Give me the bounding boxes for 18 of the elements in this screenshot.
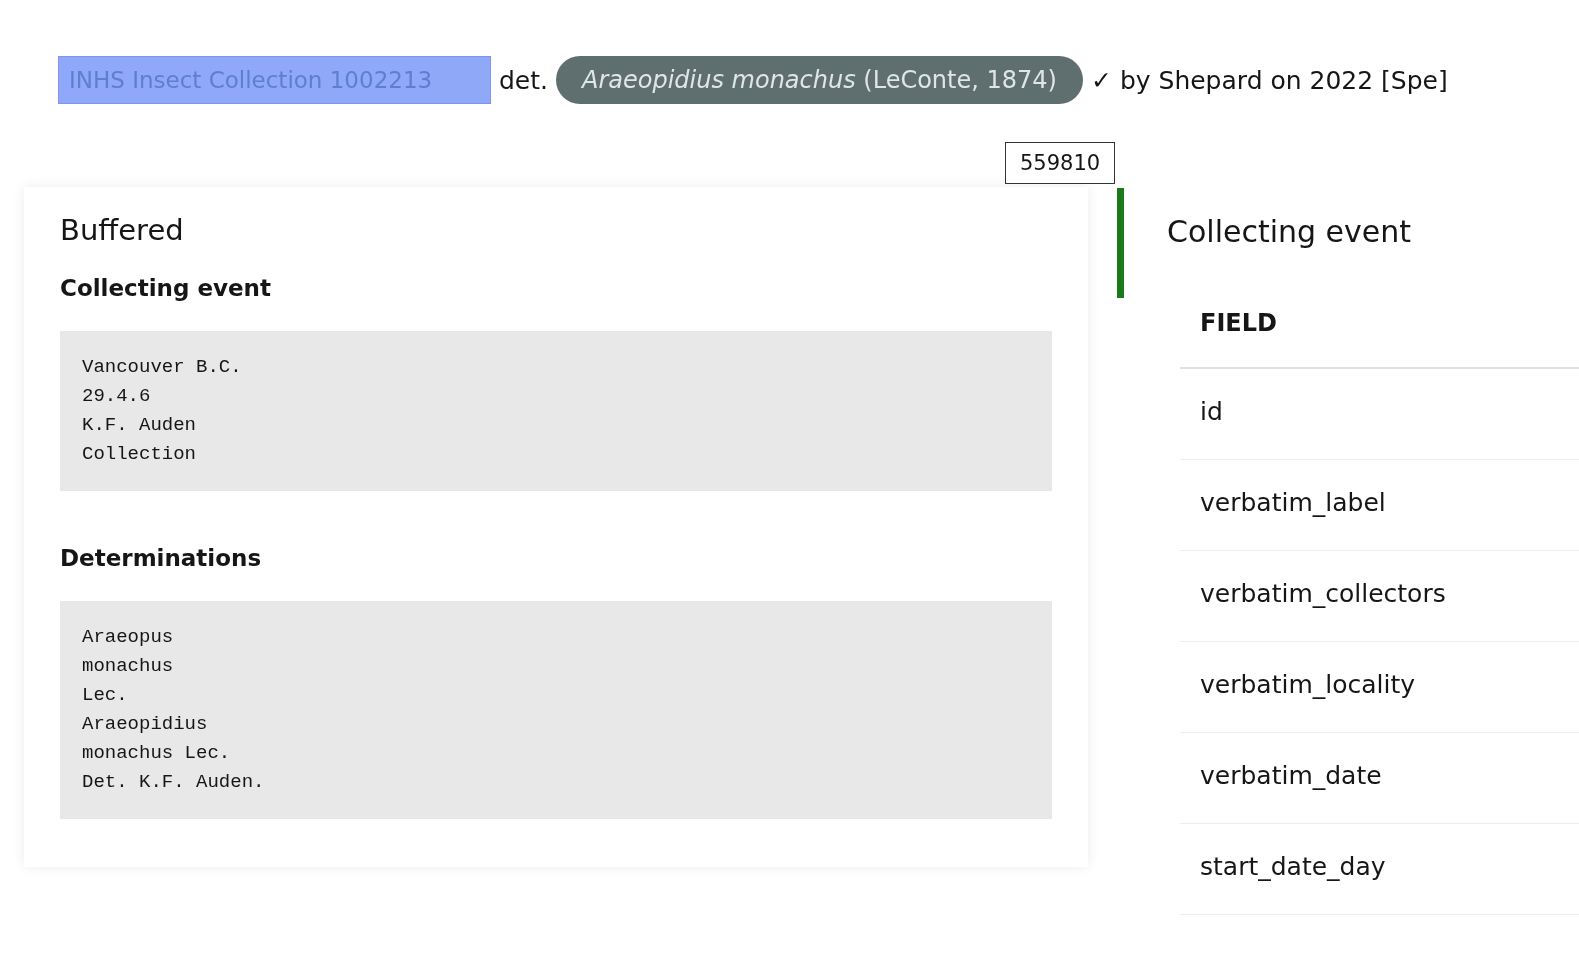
det-text: det. xyxy=(499,65,548,95)
table-cell: verbatim_date xyxy=(1180,733,1579,824)
panel-title: Collecting event xyxy=(1167,214,1413,249)
table-cell: verbatim_locality xyxy=(1180,642,1579,733)
column-header: FIELD xyxy=(1180,309,1579,369)
table-cell: verbatim_collectors xyxy=(1180,551,1579,642)
check-mark: ✓ xyxy=(1090,65,1112,95)
verbatim-text: Araeopus monachus Lec. Araeopidius monachus Lec. Det. K.F. Auden. xyxy=(60,601,1052,819)
section-heading: Determinations xyxy=(60,545,263,571)
verbatim-text: Vancouver B.C. 29.4.6 K.F. Auden Collection xyxy=(60,331,1052,491)
taxon-pill[interactable]: Araeopidius monachus (LeConte, 1874) xyxy=(556,56,1083,104)
table-cell: id xyxy=(1180,369,1579,460)
table-cell: verbatim_label xyxy=(1180,460,1579,551)
section-heading: Collecting event xyxy=(60,275,272,301)
determiner-text: by Shepard on 2022 [Spe] xyxy=(1119,65,1448,95)
card-title: Buffered xyxy=(60,213,185,247)
table-cell: start_date_day xyxy=(1180,824,1579,915)
record-tag: 559810 xyxy=(1005,142,1116,184)
